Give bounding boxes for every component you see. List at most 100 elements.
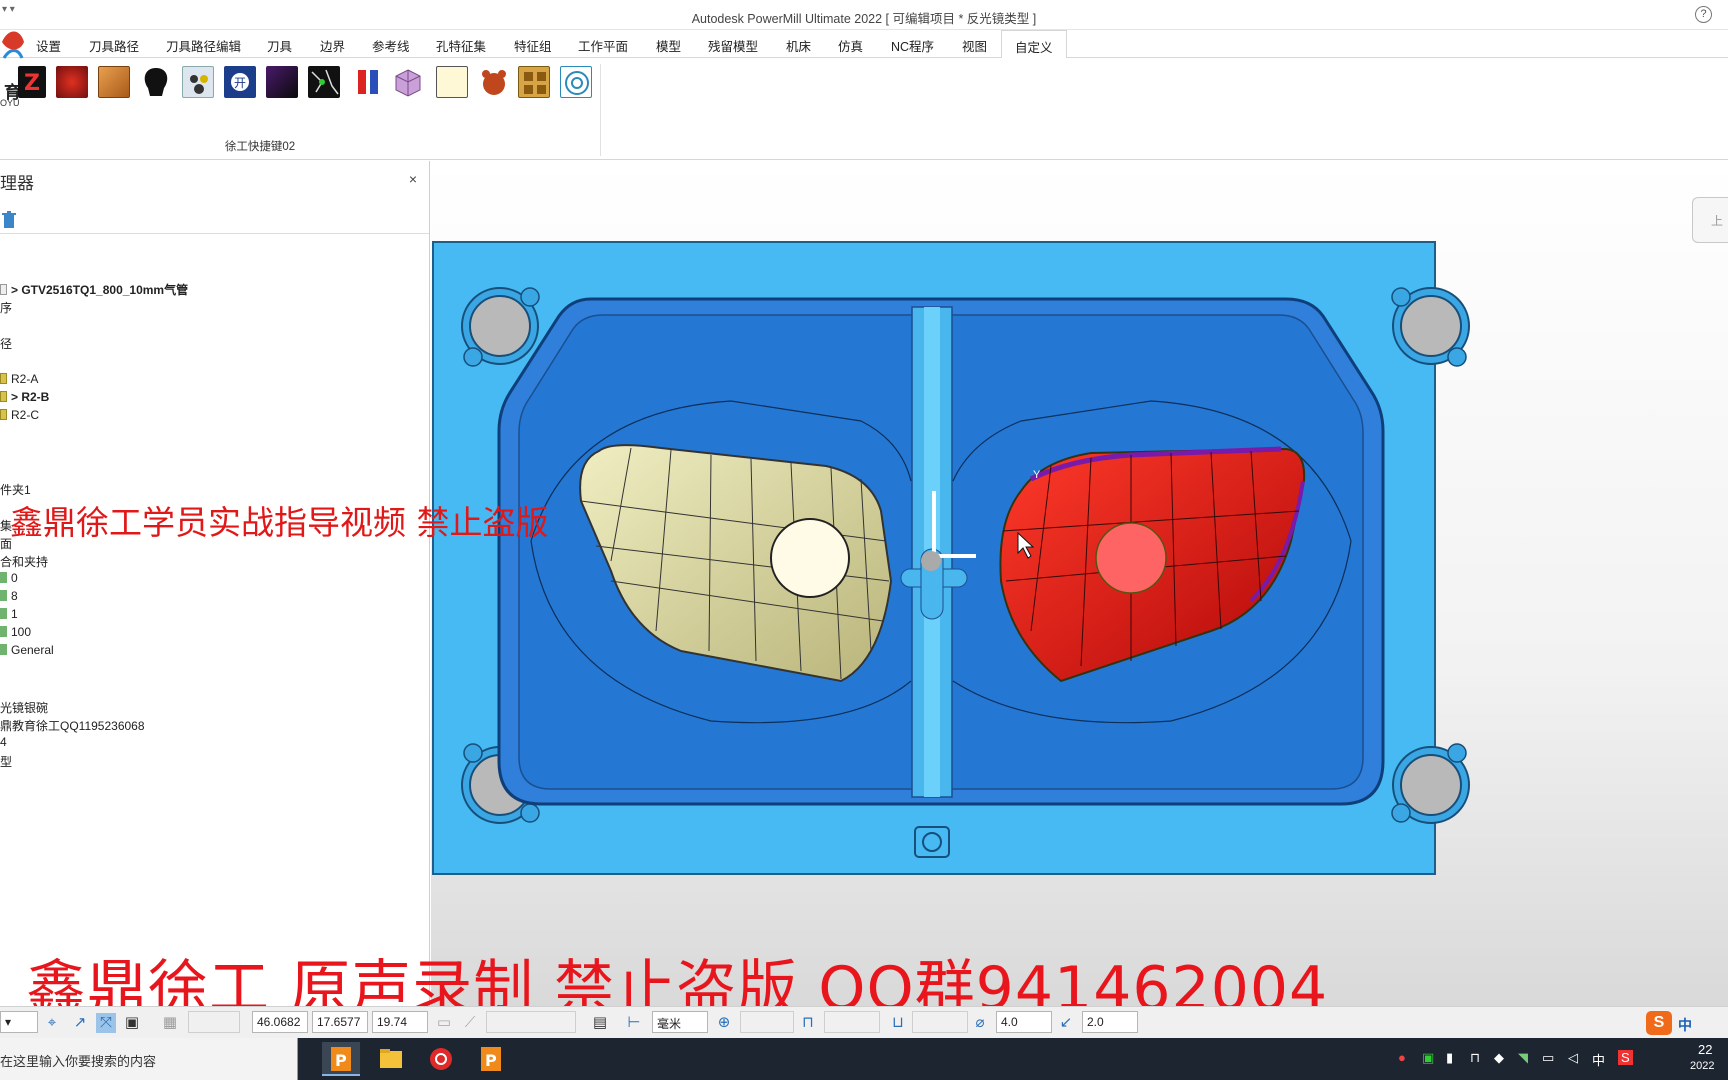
tab-workplanes[interactable]: 工作平面	[578, 36, 628, 55]
tree-item-r2c[interactable]: R2-C	[0, 408, 39, 422]
usb-tray-icon[interactable]: ⊓	[1470, 1050, 1480, 1066]
target-icon[interactable]	[560, 66, 592, 98]
coord-z-field[interactable]: 19.74	[372, 1011, 428, 1033]
folder-icon	[0, 391, 7, 402]
coord-x-field[interactable]: 46.0682	[252, 1011, 308, 1033]
wechat-tray-icon[interactable]: ▣	[1422, 1050, 1434, 1066]
netease-tray-icon[interactable]: ●	[1398, 1050, 1406, 1065]
workplane-select[interactable]: ▾	[0, 1011, 38, 1033]
taskbar-app-powermill-2[interactable]: P	[472, 1042, 510, 1076]
tab-feature-groups[interactable]: 特征组	[514, 36, 552, 55]
close-icon[interactable]: ×	[409, 171, 417, 187]
tab-simulation[interactable]: 仿真	[838, 36, 863, 55]
diameter-field[interactable]: 4.0	[996, 1011, 1052, 1033]
diameter-icon[interactable]: ⌀	[970, 1013, 990, 1033]
z-macro-icon[interactable]: Z	[18, 66, 46, 98]
black-square-icon[interactable]	[266, 66, 298, 98]
tab-models[interactable]: 模型	[656, 36, 681, 55]
tree-item[interactable]: 0	[0, 571, 18, 585]
tree-item-r2a[interactable]: R2-A	[0, 372, 38, 386]
network-tray-icon[interactable]: ▭	[1542, 1050, 1554, 1066]
tree-item-r2b[interactable]: > R2-B	[0, 390, 49, 404]
stepover-icon[interactable]: ↙	[1056, 1013, 1076, 1033]
tree-item[interactable]: 合和夹持	[0, 553, 48, 570]
window-title: Autodesk PowerMill Ultimate 2022 [ 可编辑项目…	[691, 12, 1037, 26]
taskbar-app-explorer[interactable]	[372, 1042, 410, 1076]
crosshair-icon[interactable]: ⊕	[714, 1013, 734, 1033]
tool-length-icon[interactable]: ⊔	[888, 1013, 908, 1033]
cube-icon[interactable]	[392, 66, 424, 98]
tree-item[interactable]: 8	[0, 589, 18, 603]
split-icon[interactable]	[352, 66, 384, 98]
tab-nc-programs[interactable]: NC程序	[891, 36, 934, 55]
tree-item[interactable]: 光镜银碗	[0, 699, 48, 716]
tab-tools[interactable]: 刀具	[267, 36, 292, 55]
tab-view[interactable]: 视图	[962, 36, 987, 55]
arrow-snap-icon[interactable]: ↗	[70, 1013, 90, 1033]
tab-toolpaths[interactable]: 刀具路径	[89, 36, 139, 55]
graphics-viewport[interactable]: Y 上	[431, 161, 1728, 1006]
calculator-icon[interactable]: ▤	[590, 1013, 610, 1033]
mic-tray-icon[interactable]: ▮	[1446, 1050, 1453, 1066]
clock-date[interactable]: 2022	[1690, 1060, 1714, 1072]
tree-item[interactable]: 序	[0, 299, 12, 316]
tab-boundaries[interactable]: 边界	[320, 36, 345, 55]
volume-tray-icon[interactable]: ◁	[1568, 1050, 1578, 1066]
ruler-icon[interactable]: ⊢	[624, 1013, 644, 1033]
tool-icon[interactable]: ⊓	[798, 1013, 818, 1033]
coord-y-field[interactable]: 17.6577	[312, 1011, 368, 1033]
bear-icon[interactable]	[478, 66, 510, 98]
box-icon[interactable]	[98, 66, 130, 98]
taskbar-app-netease[interactable]	[422, 1042, 460, 1076]
tab-stock-models[interactable]: 残留模型	[708, 36, 758, 55]
security-tray-icon[interactable]: ◆	[1494, 1050, 1504, 1066]
svg-text:开: 开	[234, 76, 246, 90]
nvidia-tray-icon[interactable]: ◥	[1518, 1050, 1528, 1066]
tree-item-project[interactable]: > GTV2516TQ1_800_10mm气管	[0, 281, 188, 298]
tree-item[interactable]: 1	[0, 607, 18, 621]
wizard-icon[interactable]: 开	[224, 66, 256, 98]
grid-icon[interactable]	[518, 66, 550, 98]
tree-item[interactable]: 径	[0, 335, 12, 352]
help-icon[interactable]: ?	[1695, 6, 1712, 23]
angle-icon[interactable]: ⟋	[460, 1013, 480, 1033]
status-bar: ▾ ⌖ ↗ ⤧ ▣ ▦ 46.0682 17.6577 19.74 ▭ ⟋ ▤ …	[0, 1006, 1728, 1038]
tab-toolpath-edit[interactable]: 刀具路径编辑	[166, 36, 241, 55]
tab-custom[interactable]: 自定义	[1001, 30, 1067, 59]
units-field[interactable]: 毫米	[652, 1011, 708, 1033]
triad-icon[interactable]: ⤧	[96, 1013, 116, 1033]
toolset-icon[interactable]	[182, 66, 214, 98]
tree-item[interactable]: 4	[0, 735, 7, 749]
snap-icon[interactable]: ⌖	[42, 1013, 62, 1033]
tab-hole-features[interactable]: 孔特征集	[436, 36, 486, 55]
tab-machine[interactable]: 机床	[786, 36, 811, 55]
tree-item[interactable]: 100	[0, 625, 31, 639]
svg-text:P: P	[335, 1051, 347, 1070]
tree-item[interactable]: General	[0, 643, 54, 657]
tree-item[interactable]: 鼎教育徐工QQ1195236068	[0, 717, 145, 734]
sogou-tray-icon[interactable]: S	[1618, 1050, 1633, 1065]
logo-subtext: OYU	[0, 98, 20, 108]
clock-time[interactable]: 22	[1698, 1042, 1712, 1057]
page-icon[interactable]	[436, 66, 468, 98]
tree-item[interactable]: 型	[0, 753, 12, 770]
blob-icon[interactable]	[140, 66, 172, 98]
ime-indicator[interactable]: 中	[1678, 1015, 1692, 1035]
grid-toggle-icon[interactable]: ▦	[160, 1013, 180, 1033]
polar-icon[interactable]: ▭	[434, 1013, 454, 1033]
watermark-top: 鑫鼎徐工学员实战指导视频 禁止盗版	[10, 503, 549, 542]
taskbar-search-box[interactable]: 在这里输入你要搜索的内容	[0, 1038, 298, 1080]
taskbar-app-powermill[interactable]: P	[322, 1042, 360, 1076]
view-cube[interactable]: 上	[1692, 197, 1728, 243]
tab-reference-lines[interactable]: 参考线	[372, 36, 410, 55]
red-texture-icon[interactable]	[56, 66, 88, 98]
angle-field	[486, 1011, 576, 1033]
sogou-ime-icon[interactable]: S	[1646, 1011, 1672, 1035]
mouse-icon[interactable]: ▣	[122, 1013, 142, 1033]
folder-icon	[0, 284, 7, 295]
scatter-icon[interactable]	[308, 66, 340, 98]
tray-ime-label[interactable]: 中	[1592, 1050, 1605, 1069]
stepover-field[interactable]: 2.0	[1082, 1011, 1138, 1033]
trash-icon[interactable]	[2, 211, 16, 229]
tab-settings[interactable]: 设置	[36, 36, 61, 55]
